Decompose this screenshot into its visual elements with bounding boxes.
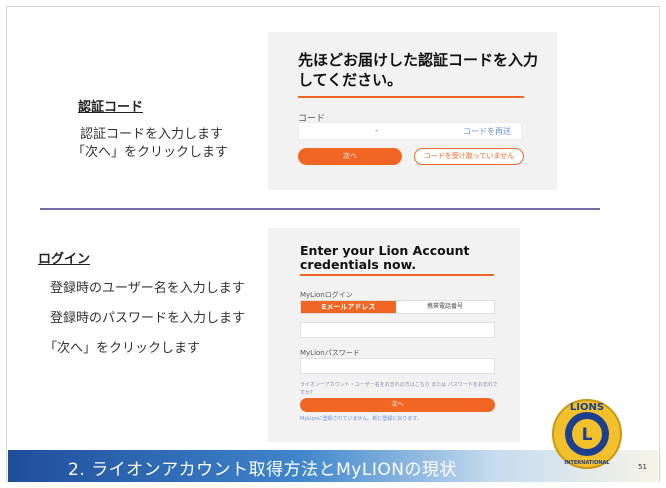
auth-code-heading: 認証コード <box>78 100 144 115</box>
login-method-toggle: Eメールアドレス 携帯電話番号 <box>300 300 495 314</box>
login-title-rule <box>300 274 494 276</box>
login-step-1: 登録時のユーザー名を入力します <box>50 281 245 296</box>
password-label: MyLionパスワード <box>300 349 360 357</box>
login-panel: Enter your Lion Account credentials now.… <box>268 228 520 442</box>
forgot-credentials-link[interactable]: ライオンーアカウント・ユーザー名をお忘れの方はこちら または パスワードをお忘れ… <box>300 381 498 397</box>
auth-next-button[interactable]: 次へ <box>298 148 402 165</box>
password-input[interactable] <box>300 358 495 374</box>
phone-tab[interactable]: 携帯電話番号 <box>396 301 494 313</box>
login-step-2: 登録時のパスワードを入力します <box>50 311 246 326</box>
logo-top-text: LIONS <box>570 402 604 413</box>
login-heading: ログイン <box>38 252 91 267</box>
login-step-3: 「次へ」をクリックします <box>44 341 201 356</box>
slide: 認証コード 認証コードを入力します 「次へ」をクリックします 先ほどお届けした認… <box>0 0 666 488</box>
lions-logo: L LIONS INTERNATIONAL <box>552 399 622 469</box>
login-next-button[interactable]: 次へ <box>300 398 495 412</box>
auth-code-panel: 先ほどお届けした認証コードを入力してください。 コード - コードを再送 次へ … <box>268 32 557 190</box>
auth-code-title-rule <box>298 96 524 98</box>
logo-letter: L <box>582 425 593 445</box>
auth-code-step-1: 認証コードを入力します <box>80 127 224 142</box>
username-input[interactable] <box>300 322 495 338</box>
auth-code-title: 先ほどお届けした認証コードを入力してください。 <box>298 51 539 89</box>
banner-title: 2. ライオンアカウント取得方法とMyLIONの現状 <box>68 460 457 480</box>
not-registered-link[interactable]: MyLionに登録されていません。新に登録に戻ります。 <box>300 415 422 422</box>
section-divider <box>40 208 600 210</box>
code-input-value: - <box>375 126 379 136</box>
resend-code-link[interactable]: コードを再送 <box>463 126 511 137</box>
email-tab[interactable]: Eメールアドレス <box>301 301 396 313</box>
code-not-received-button[interactable]: コードを受け取っていません <box>414 148 524 165</box>
page-number: 51 <box>638 463 647 471</box>
login-title: Enter your Lion Account credentials now. <box>300 243 470 272</box>
auth-code-step-2: 「次へ」をクリックします <box>72 145 229 160</box>
mylion-login-label: MyLionログイン <box>300 291 353 299</box>
code-input[interactable]: - コードを再送 <box>298 122 522 140</box>
logo-bottom-text: INTERNATIONAL <box>564 460 610 466</box>
